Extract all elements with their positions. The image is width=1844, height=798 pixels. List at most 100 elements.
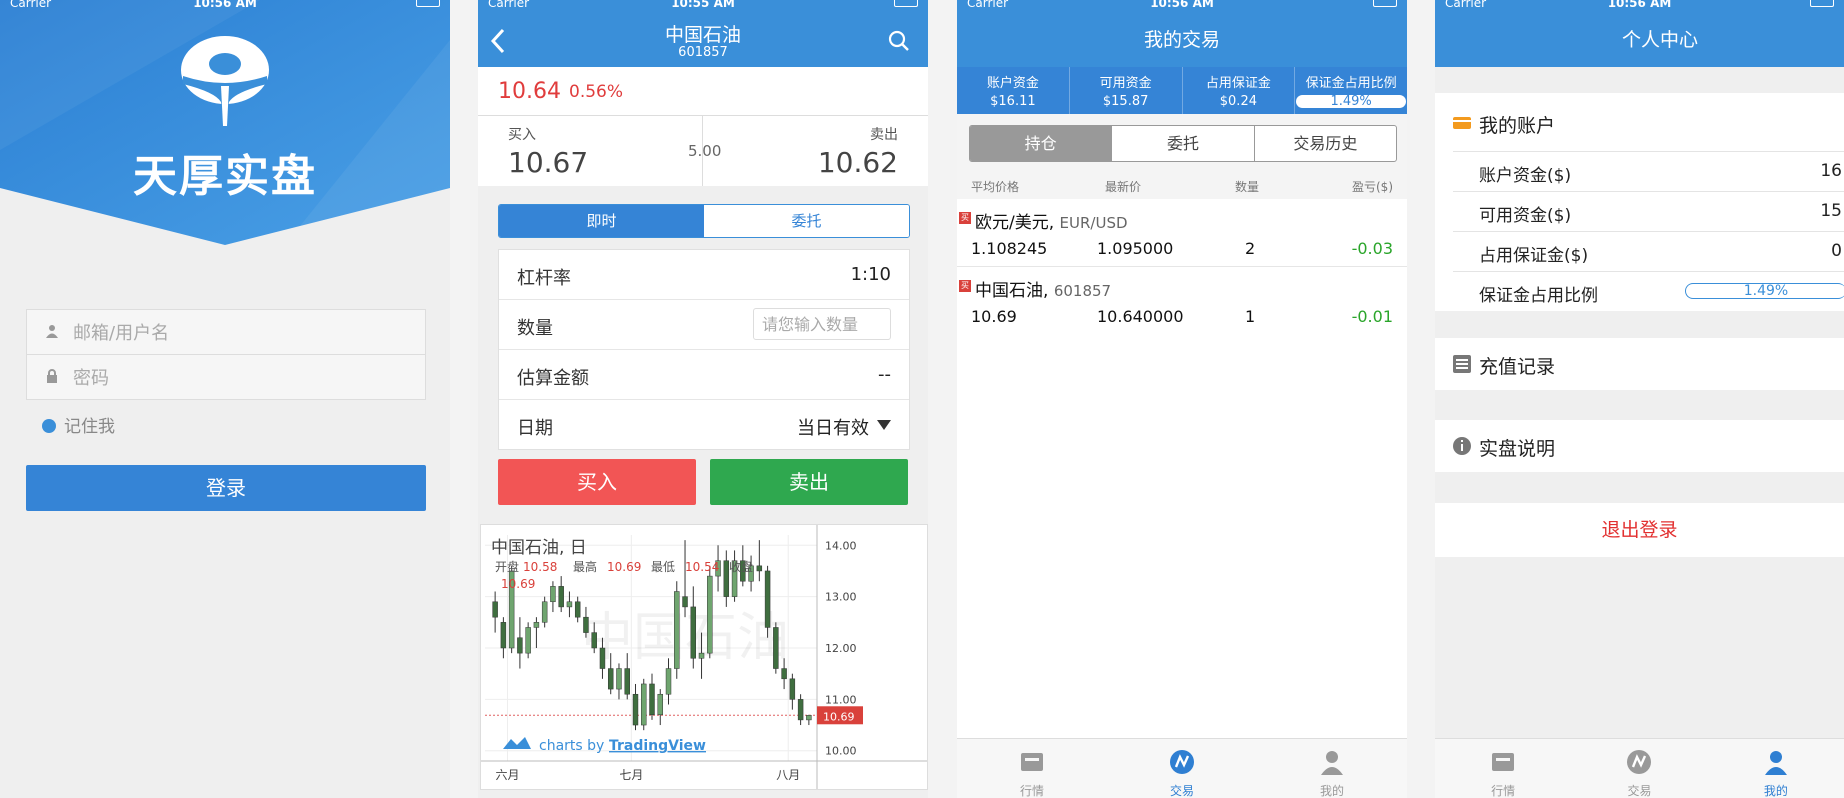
- page-title: 我的交易: [1143, 29, 1220, 51]
- bid-label: 买入: [508, 127, 536, 143]
- margin-ratio-bar: 1.49%: [1685, 283, 1844, 299]
- x-tick-label: 七月: [619, 768, 643, 782]
- profile-navbar: Carrier 10:56 AM 个人中心: [1435, 0, 1844, 67]
- candle-body: [607, 668, 614, 690]
- status-bar: Carrier 10:56 AM: [0, 0, 450, 12]
- candle-body: [583, 616, 589, 633]
- ohlc-low-value: 10.54: [685, 560, 719, 574]
- tab-history[interactable]: 交易历史: [1255, 126, 1396, 161]
- margin-ratio-bar: 1.49%: [1296, 95, 1407, 108]
- last-price: 10.64: [498, 79, 561, 104]
- position-code: 601857: [1053, 282, 1112, 300]
- candle-body: [764, 570, 771, 628]
- person-icon: [1764, 751, 1787, 775]
- lock-icon: [47, 369, 57, 383]
- about-item[interactable]: 实盘说明: [1435, 420, 1844, 472]
- tab-instant[interactable]: 即时: [499, 205, 704, 237]
- candle-body: [574, 601, 581, 618]
- buy-button[interactable]: 买入: [498, 459, 696, 505]
- available-funds-value: 15: [1820, 201, 1842, 221]
- amount-label: 估算金额: [517, 368, 589, 389]
- x-tick-label: 八月: [776, 768, 800, 782]
- candle-body: [500, 622, 507, 649]
- tab-orders[interactable]: 委托: [1112, 126, 1255, 161]
- candle-body: [756, 565, 763, 572]
- position-pnl: -0.01: [1351, 307, 1393, 326]
- leverage-value[interactable]: 1:10: [851, 264, 891, 285]
- account-balance-label: 账户资金($): [1479, 166, 1572, 186]
- available-funds-cell: 可用资金 $15.87: [1070, 67, 1183, 114]
- tradingview-credit[interactable]: charts by TradingView: [503, 737, 706, 754]
- tabbar-trade[interactable]: 交易: [1571, 739, 1707, 798]
- username-field[interactable]: [26, 309, 426, 356]
- my-account-title: 我的账户: [1479, 115, 1556, 137]
- password-input[interactable]: [71, 355, 415, 401]
- candle-body: [591, 632, 597, 649]
- status-time: 10:56 AM: [193, 0, 257, 10]
- profile-screen: Carrier 10:56 AM 个人中心 我的账户 账户资金($) 16 可用资…: [1435, 0, 1844, 798]
- position-row[interactable]: 买 中国石油, 601857 10.69 10.640000 1 -0.01: [957, 267, 1407, 335]
- position-row[interactable]: 买 欧元/美元, EUR/USD 1.108245 1.095000 2 -0.…: [957, 199, 1407, 267]
- col-last-price: 最新价: [1105, 180, 1142, 194]
- page-title: 个人中心: [1621, 29, 1698, 51]
- tabbar-me[interactable]: 我的: [1257, 739, 1407, 798]
- battery-icon: [416, 0, 440, 7]
- username-input[interactable]: [71, 310, 415, 356]
- battery-icon: [894, 0, 918, 7]
- status-time: 10:56 AM: [1150, 0, 1214, 10]
- list-icon: [1453, 355, 1471, 373]
- position-avg-price: 10.69: [971, 307, 1017, 326]
- date-row[interactable]: 日期 当日有效: [499, 400, 909, 449]
- change-percent: 0.56%: [569, 82, 624, 102]
- tab-positions[interactable]: 持仓: [970, 126, 1113, 161]
- sell-button[interactable]: 卖出: [710, 459, 908, 505]
- date-value[interactable]: 当日有效: [797, 414, 869, 440]
- ask-label: 卖出: [870, 127, 898, 143]
- recharge-record-label: 充值记录: [1479, 356, 1556, 378]
- quantity-input[interactable]: [753, 308, 891, 340]
- recharge-record-item[interactable]: 充值记录: [1435, 338, 1844, 390]
- used-margin-cell: 占用保证金 $0.24: [1183, 67, 1296, 114]
- order-form: 杠杆率 1:10 数量 估算金额 -- 日期 当日有效: [498, 249, 910, 450]
- tabbar-me-label: 我的: [1763, 784, 1788, 798]
- candle-body: [781, 668, 787, 680]
- positions-empty-area: [957, 333, 1407, 739]
- status-bar: Carrier 10:56 AM: [1435, 0, 1844, 12]
- password-field[interactable]: [26, 354, 426, 401]
- tabbar-me[interactable]: 我的: [1708, 739, 1844, 798]
- candle-body: [624, 668, 630, 695]
- position-pnl: -0.03: [1351, 239, 1393, 258]
- col-avg-price: 平均价格: [971, 180, 1020, 194]
- price-chart: 中国石油 中国石油, 日 开盘 10.58 最高 10.69 最低 10.54 …: [480, 524, 928, 790]
- ohlc-close-label: 收盘: [729, 559, 753, 574]
- date-label: 日期: [517, 418, 553, 439]
- status-time: 10:56 AM: [1607, 0, 1672, 10]
- logout-button[interactable]: 退出登录: [1435, 503, 1844, 557]
- remember-me-label: 记住我: [64, 417, 115, 437]
- account-balance-value: 16: [1820, 161, 1842, 181]
- used-margin-label: 占用保证金($): [1479, 246, 1589, 266]
- candle-body: [690, 606, 697, 659]
- trades-tabs: 持仓 委托 交易历史: [969, 125, 1397, 162]
- search-icon[interactable]: [888, 30, 910, 52]
- position-name: 欧元/美元,: [975, 213, 1055, 233]
- my-account-header: 我的账户: [1435, 93, 1844, 151]
- margin-ratio-label: 保证金占用比例: [1305, 76, 1397, 91]
- margin-ratio-label: 保证金占用比例: [1479, 286, 1598, 306]
- col-pnl: 盈亏($): [1352, 180, 1393, 194]
- tabbar-trade[interactable]: 交易: [1107, 739, 1257, 798]
- tabbar-market[interactable]: 行情: [957, 739, 1107, 798]
- dropdown-triangle-icon[interactable]: [877, 420, 891, 430]
- used-margin-label: 占用保证金: [1205, 76, 1271, 91]
- candle-body: [806, 715, 812, 721]
- check-icon: [42, 419, 56, 433]
- tabbar-market[interactable]: 行情: [1435, 739, 1571, 798]
- y-tick-label: 12.00: [825, 642, 857, 655]
- about-label: 实盘说明: [1479, 438, 1556, 460]
- credit-link[interactable]: TradingView: [609, 738, 706, 754]
- tab-pending[interactable]: 委托: [704, 205, 909, 237]
- ask-price: 10.62: [817, 146, 898, 179]
- login-button[interactable]: 登录: [26, 465, 426, 511]
- position-quantity: 2: [1245, 239, 1256, 258]
- remember-me-checkbox[interactable]: 记住我: [42, 412, 115, 437]
